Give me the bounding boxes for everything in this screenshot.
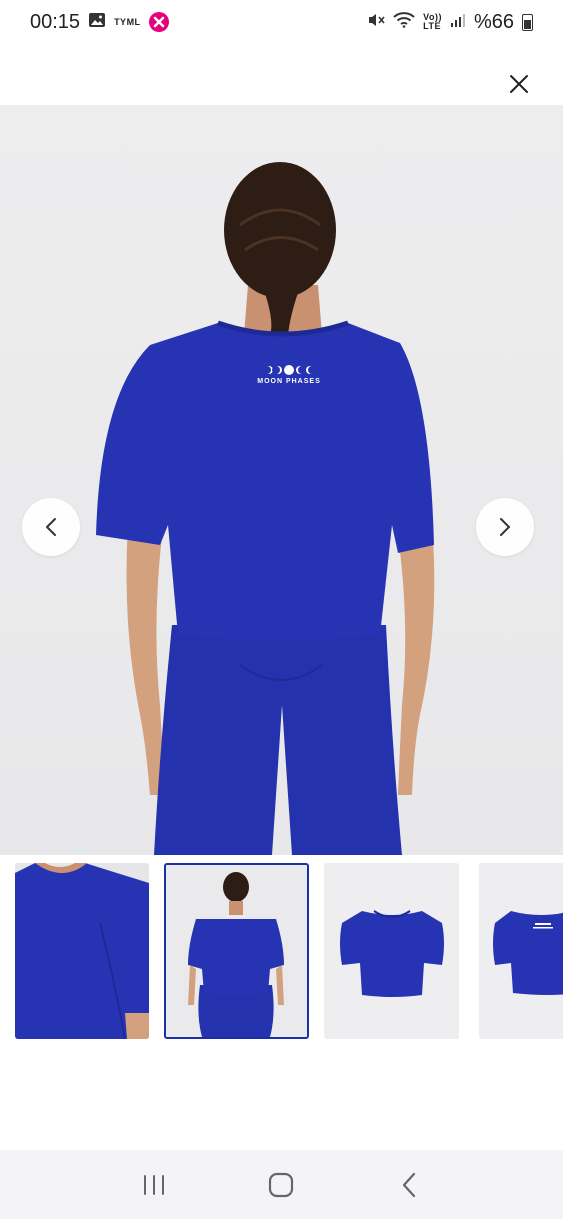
close-icon — [510, 75, 528, 93]
status-left: 00:15 TYML — [30, 11, 169, 34]
thumbnail-2-image — [166, 865, 307, 1037]
thumbnail-strip[interactable] — [0, 860, 563, 1043]
battery-icon — [522, 13, 533, 31]
thumbnail-4-image — [479, 863, 563, 1039]
recent-apps-icon — [143, 1174, 164, 1195]
system-navigation-bar — [0, 1150, 563, 1219]
carrier-label: TYML — [114, 17, 141, 27]
chevron-right-icon — [500, 518, 510, 536]
volte-indicator: Vo)) LTE — [423, 13, 442, 31]
status-time: 00:15 — [30, 10, 81, 33]
home-icon — [269, 1172, 294, 1197]
gallery-notification-icon — [88, 11, 106, 34]
recent-apps-button[interactable] — [134, 1165, 174, 1205]
home-button[interactable] — [261, 1165, 301, 1205]
thumbnail-1[interactable] — [15, 863, 149, 1039]
status-bar: 00:15 TYML Vo)) LTE %66 — [0, 0, 563, 44]
print-text: MOON PHASES — [257, 378, 321, 385]
battery-percent: %66 — [473, 10, 514, 33]
previous-image-button[interactable] — [22, 498, 80, 556]
wifi-icon — [393, 11, 415, 34]
model-back-illustration: MOON PHASES — [96, 162, 435, 855]
main-product-image[interactable]: MOON PHASES — [0, 105, 563, 855]
mute-icon — [367, 11, 385, 34]
status-right: Vo)) LTE %66 — [367, 11, 533, 34]
close-button[interactable] — [505, 70, 533, 98]
next-image-button[interactable] — [476, 498, 534, 556]
back-icon — [403, 1172, 416, 1197]
thumbnail-3[interactable] — [324, 863, 459, 1039]
thumbnail-1-image — [15, 863, 149, 1039]
chevron-left-icon — [46, 518, 56, 536]
thumbnail-4[interactable] — [479, 863, 563, 1039]
thumbnail-2[interactable] — [164, 863, 309, 1039]
app-notification-icon — [148, 12, 169, 32]
thumbnail-3-image — [324, 863, 459, 1039]
volte-bottom-label: LTE — [423, 21, 441, 31]
back-button[interactable] — [389, 1165, 429, 1205]
signal-icon — [450, 11, 466, 34]
